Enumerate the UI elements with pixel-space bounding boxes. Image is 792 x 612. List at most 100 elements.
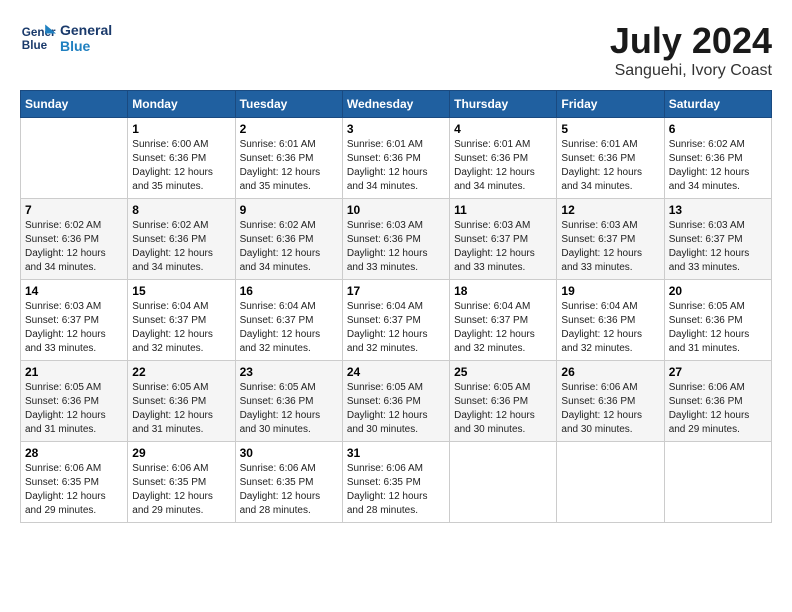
day-info: Sunrise: 6:01 AM Sunset: 6:36 PM Dayligh… (561, 138, 659, 194)
day-info: Sunrise: 6:05 AM Sunset: 6:36 PM Dayligh… (454, 381, 552, 437)
day-number: 31 (347, 446, 445, 460)
header-day-saturday: Saturday (664, 91, 771, 118)
calendar-cell (21, 118, 128, 199)
calendar-cell: 29 Sunrise: 6:06 AM Sunset: 6:35 PM Dayli… (128, 442, 235, 523)
calendar-cell: 30 Sunrise: 6:06 AM Sunset: 6:35 PM Dayli… (235, 442, 342, 523)
logo-line2: Blue (60, 38, 112, 54)
day-number: 10 (347, 203, 445, 217)
calendar-cell (450, 442, 557, 523)
logo: General Blue General Blue (20, 20, 112, 56)
calendar-cell: 31Sunrise: 6:06 AM Sunset: 6:35 PM Dayli… (342, 442, 449, 523)
day-info: Sunrise: 6:04 AM Sunset: 6:37 PM Dayligh… (347, 300, 445, 356)
subtitle: Sanguehi, Ivory Coast (610, 62, 772, 80)
svg-text:Blue: Blue (22, 39, 48, 52)
header: General Blue General Blue July 2024 Sang… (20, 20, 772, 80)
day-number: 29 (132, 446, 230, 460)
calendar-week-row: 28 Sunrise: 6:06 AM Sunset: 6:35 PM Dayli… (21, 442, 772, 523)
calendar-cell: 16 Sunrise: 6:04 AM Sunset: 6:37 PM Dayli… (235, 280, 342, 361)
day-number: 16 (240, 284, 338, 298)
day-info: Sunrise: 6:01 AM Sunset: 6:36 PM Dayligh… (240, 138, 338, 194)
day-number: 13 (669, 203, 767, 217)
title-area: July 2024 Sanguehi, Ivory Coast (610, 20, 772, 80)
day-number: 25 (454, 365, 552, 379)
day-number: 12 (561, 203, 659, 217)
calendar-cell: 3 Sunrise: 6:01 AM Sunset: 6:36 PM Daylig… (342, 118, 449, 199)
calendar-cell: 2Sunrise: 6:01 AM Sunset: 6:36 PM Daylig… (235, 118, 342, 199)
day-info: Sunrise: 6:00 AM Sunset: 6:36 PM Dayligh… (132, 138, 230, 194)
header-day-thursday: Thursday (450, 91, 557, 118)
calendar-cell: 23 Sunrise: 6:05 AM Sunset: 6:36 PM Dayli… (235, 361, 342, 442)
day-number: 3 (347, 122, 445, 136)
day-info: Sunrise: 6:05 AM Sunset: 6:36 PM Dayligh… (240, 381, 338, 437)
calendar-week-row: 7 Sunrise: 6:02 AM Sunset: 6:36 PM Daylig… (21, 199, 772, 280)
day-info: Sunrise: 6:06 AM Sunset: 6:35 PM Dayligh… (25, 462, 123, 518)
day-number: 24 (347, 365, 445, 379)
day-number: 30 (240, 446, 338, 460)
day-number: 5 (561, 122, 659, 136)
day-number: 27 (669, 365, 767, 379)
day-number: 14 (25, 284, 123, 298)
header-day-wednesday: Wednesday (342, 91, 449, 118)
day-info: Sunrise: 6:04 AM Sunset: 6:37 PM Dayligh… (454, 300, 552, 356)
day-info: Sunrise: 6:04 AM Sunset: 6:37 PM Dayligh… (132, 300, 230, 356)
day-number: 18 (454, 284, 552, 298)
day-number: 15 (132, 284, 230, 298)
calendar-cell: 5 Sunrise: 6:01 AM Sunset: 6:36 PM Daylig… (557, 118, 664, 199)
day-info: Sunrise: 6:03 AM Sunset: 6:37 PM Dayligh… (561, 219, 659, 275)
calendar-header-row: SundayMondayTuesdayWednesdayThursdayFrid… (21, 91, 772, 118)
day-info: Sunrise: 6:02 AM Sunset: 6:36 PM Dayligh… (25, 219, 123, 275)
day-info: Sunrise: 6:03 AM Sunset: 6:36 PM Dayligh… (347, 219, 445, 275)
calendar-cell: 28 Sunrise: 6:06 AM Sunset: 6:35 PM Dayli… (21, 442, 128, 523)
calendar-cell: 11 Sunrise: 6:03 AM Sunset: 6:37 PM Dayli… (450, 199, 557, 280)
day-info: Sunrise: 6:03 AM Sunset: 6:37 PM Dayligh… (454, 219, 552, 275)
day-number: 21 (25, 365, 123, 379)
day-number: 26 (561, 365, 659, 379)
day-info: Sunrise: 6:05 AM Sunset: 6:36 PM Dayligh… (347, 381, 445, 437)
calendar-cell: 20Sunrise: 6:05 AM Sunset: 6:36 PM Dayli… (664, 280, 771, 361)
calendar-table: SundayMondayTuesdayWednesdayThursdayFrid… (20, 90, 772, 523)
calendar-cell: 26Sunrise: 6:06 AM Sunset: 6:36 PM Dayli… (557, 361, 664, 442)
calendar-cell: 6Sunrise: 6:02 AM Sunset: 6:36 PM Daylig… (664, 118, 771, 199)
calendar-cell: 25 Sunrise: 6:05 AM Sunset: 6:36 PM Dayli… (450, 361, 557, 442)
day-info: Sunrise: 6:05 AM Sunset: 6:36 PM Dayligh… (25, 381, 123, 437)
day-info: Sunrise: 6:06 AM Sunset: 6:35 PM Dayligh… (240, 462, 338, 518)
day-info: Sunrise: 6:06 AM Sunset: 6:35 PM Dayligh… (132, 462, 230, 518)
calendar-cell (664, 442, 771, 523)
day-info: Sunrise: 6:06 AM Sunset: 6:36 PM Dayligh… (669, 381, 767, 437)
calendar-cell: 18 Sunrise: 6:04 AM Sunset: 6:37 PM Dayli… (450, 280, 557, 361)
calendar-cell: 8Sunrise: 6:02 AM Sunset: 6:36 PM Daylig… (128, 199, 235, 280)
day-number: 23 (240, 365, 338, 379)
calendar-cell: 27 Sunrise: 6:06 AM Sunset: 6:36 PM Dayli… (664, 361, 771, 442)
day-number: 4 (454, 122, 552, 136)
header-day-friday: Friday (557, 91, 664, 118)
calendar-cell: 1Sunrise: 6:00 AM Sunset: 6:36 PM Daylig… (128, 118, 235, 199)
day-info: Sunrise: 6:03 AM Sunset: 6:37 PM Dayligh… (25, 300, 123, 356)
day-info: Sunrise: 6:04 AM Sunset: 6:36 PM Dayligh… (561, 300, 659, 356)
day-number: 20 (669, 284, 767, 298)
calendar-cell: 13Sunrise: 6:03 AM Sunset: 6:37 PM Dayli… (664, 199, 771, 280)
day-number: 19 (561, 284, 659, 298)
calendar-cell: 10 Sunrise: 6:03 AM Sunset: 6:36 PM Dayli… (342, 199, 449, 280)
calendar-week-row: 14 Sunrise: 6:03 AM Sunset: 6:37 PM Dayli… (21, 280, 772, 361)
header-day-sunday: Sunday (21, 91, 128, 118)
day-number: 7 (25, 203, 123, 217)
day-number: 11 (454, 203, 552, 217)
day-info: Sunrise: 6:01 AM Sunset: 6:36 PM Dayligh… (347, 138, 445, 194)
calendar-cell: 17 Sunrise: 6:04 AM Sunset: 6:37 PM Dayli… (342, 280, 449, 361)
calendar-week-row: 1Sunrise: 6:00 AM Sunset: 6:36 PM Daylig… (21, 118, 772, 199)
day-number: 17 (347, 284, 445, 298)
calendar-cell: 24 Sunrise: 6:05 AM Sunset: 6:36 PM Dayli… (342, 361, 449, 442)
day-number: 28 (25, 446, 123, 460)
calendar-cell: 22 Sunrise: 6:05 AM Sunset: 6:36 PM Dayli… (128, 361, 235, 442)
main-title: July 2024 (610, 20, 772, 62)
day-info: Sunrise: 6:04 AM Sunset: 6:37 PM Dayligh… (240, 300, 338, 356)
calendar-cell: 15 Sunrise: 6:04 AM Sunset: 6:37 PM Dayli… (128, 280, 235, 361)
calendar-cell: 7 Sunrise: 6:02 AM Sunset: 6:36 PM Daylig… (21, 199, 128, 280)
day-info: Sunrise: 6:02 AM Sunset: 6:36 PM Dayligh… (240, 219, 338, 275)
calendar-cell: 4Sunrise: 6:01 AM Sunset: 6:36 PM Daylig… (450, 118, 557, 199)
calendar-cell: 19 Sunrise: 6:04 AM Sunset: 6:36 PM Dayli… (557, 280, 664, 361)
day-info: Sunrise: 6:05 AM Sunset: 6:36 PM Dayligh… (132, 381, 230, 437)
calendar-week-row: 21 Sunrise: 6:05 AM Sunset: 6:36 PM Dayli… (21, 361, 772, 442)
day-number: 22 (132, 365, 230, 379)
header-day-monday: Monday (128, 91, 235, 118)
